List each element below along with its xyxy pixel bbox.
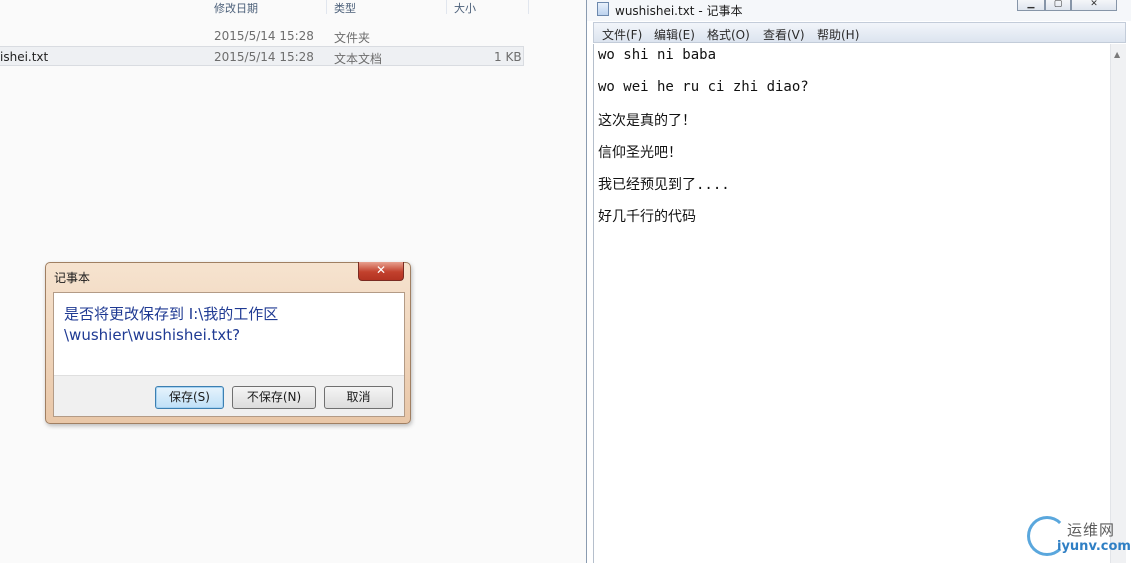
file-name: ishei.txt: [0, 50, 49, 64]
text-line: 我已经预见到了....: [598, 177, 730, 193]
dialog-body: 是否将更改保存到 I:\我的工作区\wushier\wushishei.txt?…: [53, 292, 405, 417]
watermark-text-en: iyunv.com: [1057, 539, 1131, 554]
menu-format[interactable]: 格式(O): [707, 26, 750, 43]
column-header-size[interactable]: 大小: [454, 0, 476, 15]
maximize-button[interactable]: ▢: [1045, 0, 1071, 11]
text-line: 信仰圣光吧！: [598, 145, 682, 161]
scroll-up-arrow-icon[interactable]: ▲: [1114, 50, 1120, 59]
column-divider[interactable]: [446, 0, 447, 14]
save-changes-dialog: 记事本 ✕ 是否将更改保存到 I:\我的工作区\wushier\wushishe…: [45, 262, 411, 424]
notepad-app-icon: [597, 2, 609, 16]
file-row-selected[interactable]: ishei.txt 2015/5/14 15:28 文本文档 1 KB: [0, 46, 524, 66]
column-divider[interactable]: [528, 0, 529, 14]
text-line: wo wei he ru ci zhi diao?: [598, 79, 809, 95]
notepad-titlebar[interactable]: wushishei.txt - 记事本 ▁ ▢ ✕: [587, 0, 1131, 21]
dont-save-button[interactable]: 不保存(N): [232, 386, 316, 409]
column-divider[interactable]: [326, 0, 327, 14]
dialog-close-button[interactable]: ✕: [358, 262, 404, 281]
dialog-title: 记事本: [54, 271, 91, 285]
file-size: 1 KB: [494, 50, 522, 64]
column-header-type[interactable]: 类型: [334, 0, 356, 15]
text-line: 好几千行的代码: [598, 209, 696, 225]
file-type: 文件夹: [334, 31, 371, 45]
menu-help[interactable]: 帮助(H): [817, 26, 859, 43]
save-button[interactable]: 保存(S): [155, 386, 224, 409]
cancel-button[interactable]: 取消: [324, 386, 393, 409]
column-header-date[interactable]: 修改日期: [214, 0, 258, 15]
site-watermark: 运维网 iyunv.com: [1027, 516, 1131, 560]
file-type: 文本文档: [334, 52, 383, 66]
notepad-title: wushishei.txt - 记事本: [615, 4, 743, 18]
text-editor-area[interactable]: wo shi ni baba wo wei he ru ci zhi diao?…: [593, 44, 1110, 563]
dialog-button-bar: 保存(S) 不保存(N) 取消: [54, 375, 404, 416]
notepad-window: wushishei.txt - 记事本 ▁ ▢ ✕ 文件(F) 编辑(E) 格式…: [586, 0, 1131, 563]
menu-bar: 文件(F) 编辑(E) 格式(O) 查看(V) 帮助(H): [593, 22, 1126, 43]
file-date: 2015/5/14 15:28: [214, 29, 314, 43]
minimize-button[interactable]: ▁: [1017, 0, 1045, 11]
vertical-scrollbar[interactable]: ▲: [1110, 44, 1126, 563]
file-row-folder[interactable]: 2015/5/14 15:28 文件夹: [0, 26, 524, 46]
menu-edit[interactable]: 编辑(E): [654, 26, 695, 43]
menu-view[interactable]: 查看(V): [763, 26, 805, 43]
close-button[interactable]: ✕: [1071, 0, 1117, 11]
text-line: wo shi ni baba: [598, 47, 717, 63]
menu-file[interactable]: 文件(F): [602, 26, 642, 43]
text-line: 这次是真的了！: [598, 113, 696, 129]
watermark-text-cn: 运维网: [1067, 521, 1116, 539]
dialog-message: 是否将更改保存到 I:\我的工作区\wushier\wushishei.txt?: [64, 305, 279, 344]
file-date: 2015/5/14 15:28: [214, 50, 314, 64]
